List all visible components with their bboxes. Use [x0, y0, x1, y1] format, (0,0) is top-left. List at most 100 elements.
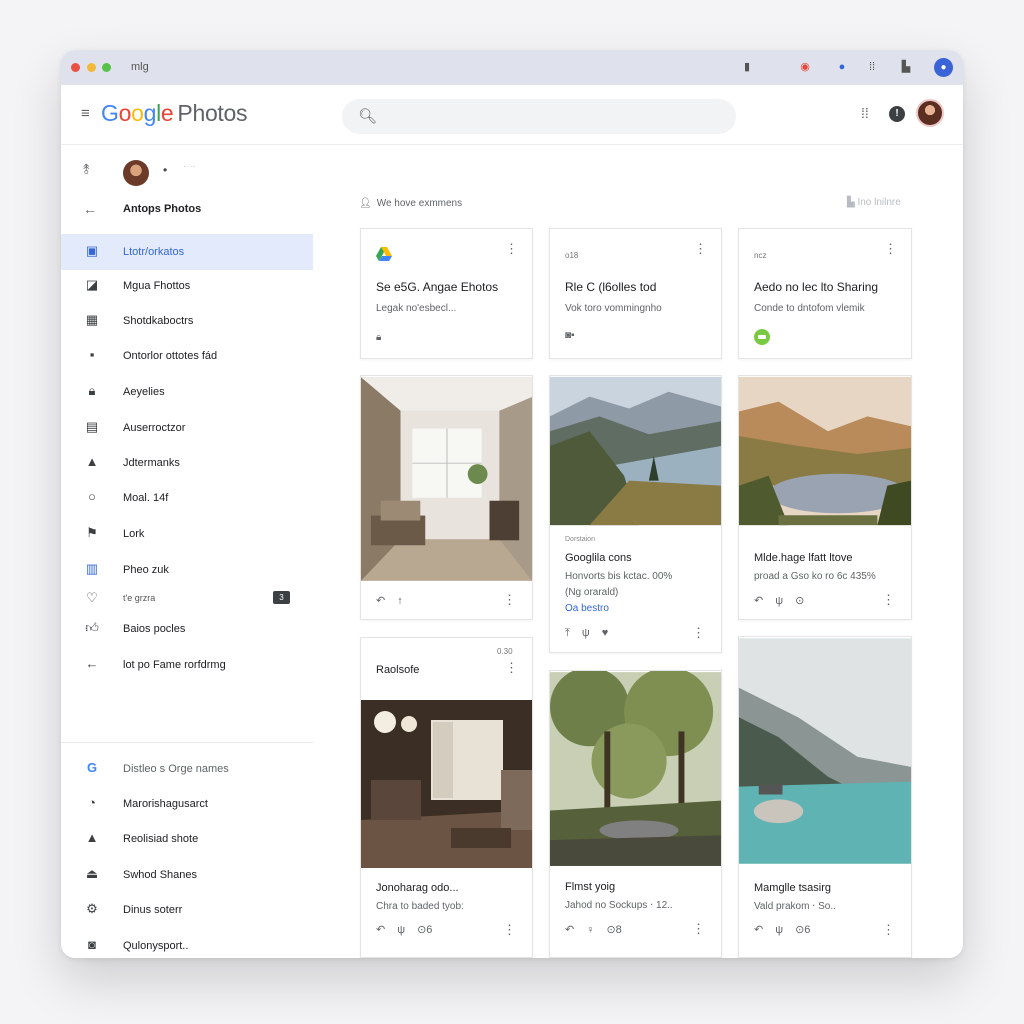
card-subtitle: Jahod no Sockups ‧ 12..	[565, 900, 673, 911]
sidebar: ⥉ • ·· ·· ← Antops Photos ▣ Ltotr/orkato…	[61, 145, 313, 958]
views-icon[interactable]: ⊙6	[795, 924, 810, 936]
book-icon: ▥	[85, 561, 99, 576]
corner-link[interactable]: ▙ Ino lnilnre	[847, 197, 901, 208]
rotate-icon[interactable]: ↶	[565, 924, 574, 936]
sidebar-item[interactable]: ▦ Shotdkaboctrs	[61, 303, 313, 339]
vintage-interior-photo[interactable]	[361, 700, 533, 868]
valley-lake-photo[interactable]	[739, 376, 911, 526]
share-icon[interactable]: ↑	[397, 595, 403, 607]
photo-card[interactable]: 0.30 ⋮ Raolsofe Jonoharag odo... Chra to…	[360, 637, 533, 958]
settings-icon: ⚙	[86, 901, 98, 916]
help-icon[interactable]: !	[889, 106, 905, 122]
more-options-icon[interactable]: ⋮	[694, 241, 707, 257]
sidebar-item[interactable]: 👍︎ Baios pocles	[61, 611, 313, 647]
sidebar-item[interactable]: ▤ Auserroctzor	[61, 410, 313, 446]
more-options-icon[interactable]: ⋮	[505, 241, 518, 257]
share-icon[interactable]: ψ	[582, 627, 590, 639]
info-card[interactable]: ⋮ Se e5G. Angae Ehotos Legak no'esbecl..…	[360, 228, 533, 359]
photo-card[interactable]: Mamglle tsasirg Vald prakom ‧ So.. ↶ ψ ⊙6 …	[738, 636, 912, 958]
sidebar-avatar[interactable]	[123, 160, 149, 186]
search-bar[interactable]: 🔍︎	[342, 99, 736, 134]
forest-photo[interactable]	[550, 671, 721, 867]
more-options-icon[interactable]: ⋮	[503, 592, 516, 608]
photo-card[interactable]: Dorstaion Googlila cons Honvorts bis kct…	[549, 375, 722, 653]
account-avatar[interactable]	[916, 99, 944, 127]
chrome-icon[interactable]: ◉	[797, 59, 813, 75]
shared-badge-icon	[754, 329, 770, 345]
person-icon: ▪	[89, 347, 95, 362]
google-drive-icon	[376, 247, 392, 261]
maximize-window-button[interactable]	[102, 63, 111, 72]
rotate-icon[interactable]: ↶	[754, 924, 763, 936]
sidebar-item[interactable]: 🔒︎ Aeyelies	[61, 374, 313, 410]
card-subtitle-2: (Ng orarald)	[565, 587, 619, 598]
views-icon[interactable]: ⊙6	[417, 924, 432, 936]
apps-icon[interactable]: ⁞⁞	[864, 59, 880, 75]
extension-icon[interactable]: ▮	[739, 59, 755, 75]
arrow-left-icon: ←	[85, 656, 99, 671]
rotate-icon[interactable]: ↶	[754, 595, 763, 607]
upload-icon[interactable]: ⤒	[565, 627, 570, 639]
sidebar-item[interactable]: ○ Moal. 14f	[61, 480, 313, 516]
card-actions: ↶ ♀ ⊙8	[565, 923, 634, 936]
mountain-lake-photo[interactable]	[550, 376, 721, 526]
card-actions: ↶ ψ ⊙	[754, 594, 816, 607]
info-card[interactable]: o18 ⋮ Rle C (l6olles tod Vok toro vommin…	[549, 228, 722, 359]
rotate-icon[interactable]: ↶	[376, 924, 385, 936]
interior-room-photo[interactable]	[361, 376, 532, 582]
count-badge: 3	[273, 591, 290, 604]
sidebar-item[interactable]: ← lot po Fame rorfdrmg	[61, 647, 313, 683]
card-link[interactable]: Oa bestro	[565, 603, 609, 614]
sidebar-item[interactable]: ▲ Jdtermanks	[61, 445, 313, 481]
card-actions: ⤒ ψ ♥	[565, 627, 620, 640]
sidebar-item-label: Reolisiad shote	[123, 833, 199, 845]
rotate-icon[interactable]: ↶	[376, 595, 385, 607]
notice-text: 👤︎ We hove ex­mmens	[359, 198, 462, 209]
heart-icon[interactable]: ♥	[602, 627, 609, 639]
share-icon[interactable]: ψ	[775, 924, 783, 936]
sidebar-item-photos[interactable]: ▣ Ltotr/orkatos	[61, 234, 313, 270]
foggy-lake-photo[interactable]	[739, 637, 911, 865]
more-options-icon[interactable]: ⋮	[882, 592, 895, 608]
sidebar-footer-item[interactable]: ⏏ Swhod Shanes	[61, 857, 313, 893]
minimize-window-button[interactable]	[87, 63, 96, 72]
search-icon[interactable]: 🔍︎	[358, 107, 377, 125]
photo-card[interactable]: Flmst yoig Jahod no Sockups ‧ 12.. ↶ ♀ ⊙8 …	[549, 670, 722, 958]
google-photos-logo[interactable]: Google Photos	[101, 100, 248, 127]
back-button[interactable]: ← Antops Photos	[61, 193, 313, 225]
card-title: Aedo no lec lto Sharing	[754, 280, 879, 294]
sidebar-footer-item[interactable]: G Distleo s Orge names	[61, 751, 313, 787]
share-icon[interactable]: ψ	[775, 595, 783, 607]
photo-card[interactable]: ↶ ↑ ⋮	[360, 375, 533, 620]
pin-icon[interactable]: ●	[834, 59, 850, 75]
sidebar-footer-item[interactable]: ▲ Reolisiad shote	[61, 821, 313, 857]
sidebar-item[interactable]: ⚑ Lork	[61, 516, 313, 552]
apps-grid-icon[interactable]: ⁞⁞	[861, 105, 869, 121]
sidebar-footer-item[interactable]: ◙ Qulonysport..	[61, 928, 313, 958]
sidebar-item[interactable]: ▪ Ontorlor ottotes fád	[61, 338, 313, 374]
photos-icon: ▣	[85, 243, 99, 258]
more-options-icon[interactable]: ⋮	[505, 660, 518, 676]
sidebar-footer-item[interactable]: ⚙ Dinus soterr	[61, 892, 313, 928]
card-header-title: Raolsofe	[376, 664, 420, 676]
views-icon[interactable]: ⊙8	[606, 924, 621, 936]
more-options-icon[interactable]: ⋮	[882, 922, 895, 938]
info-icon[interactable]: ⊙	[795, 595, 804, 607]
more-options-icon[interactable]: ⋮	[692, 625, 705, 641]
cast-icon[interactable]: ▙	[898, 59, 914, 75]
share-icon[interactable]: ψ	[397, 924, 405, 936]
sidebar-footer-item[interactable]: ◔ Marorishagusarct	[61, 786, 313, 822]
close-window-button[interactable]	[71, 63, 80, 72]
more-options-icon[interactable]: ⋮	[503, 922, 516, 938]
search-input[interactable]	[386, 107, 716, 127]
profile-avatar[interactable]: ●	[934, 58, 953, 77]
sidebar-item-label: Swhod Shanes	[123, 869, 197, 881]
info-card[interactable]: ncz ⋮ Aedo no lec lto Sharing Conde to d…	[738, 228, 912, 359]
more-options-icon[interactable]: ⋮	[884, 241, 897, 257]
more-options-icon[interactable]: ⋮	[692, 921, 705, 937]
share-icon[interactable]: ♀	[586, 924, 594, 936]
photo-card[interactable]: Mlde.hage lfatt ltove proad a Gso ko ro …	[738, 375, 912, 620]
thumbs-up-icon: 👍︎	[85, 620, 99, 635]
menu-icon[interactable]: ≡	[81, 105, 90, 122]
sidebar-item[interactable]: ◪ Mgua Fhottos	[61, 268, 313, 304]
